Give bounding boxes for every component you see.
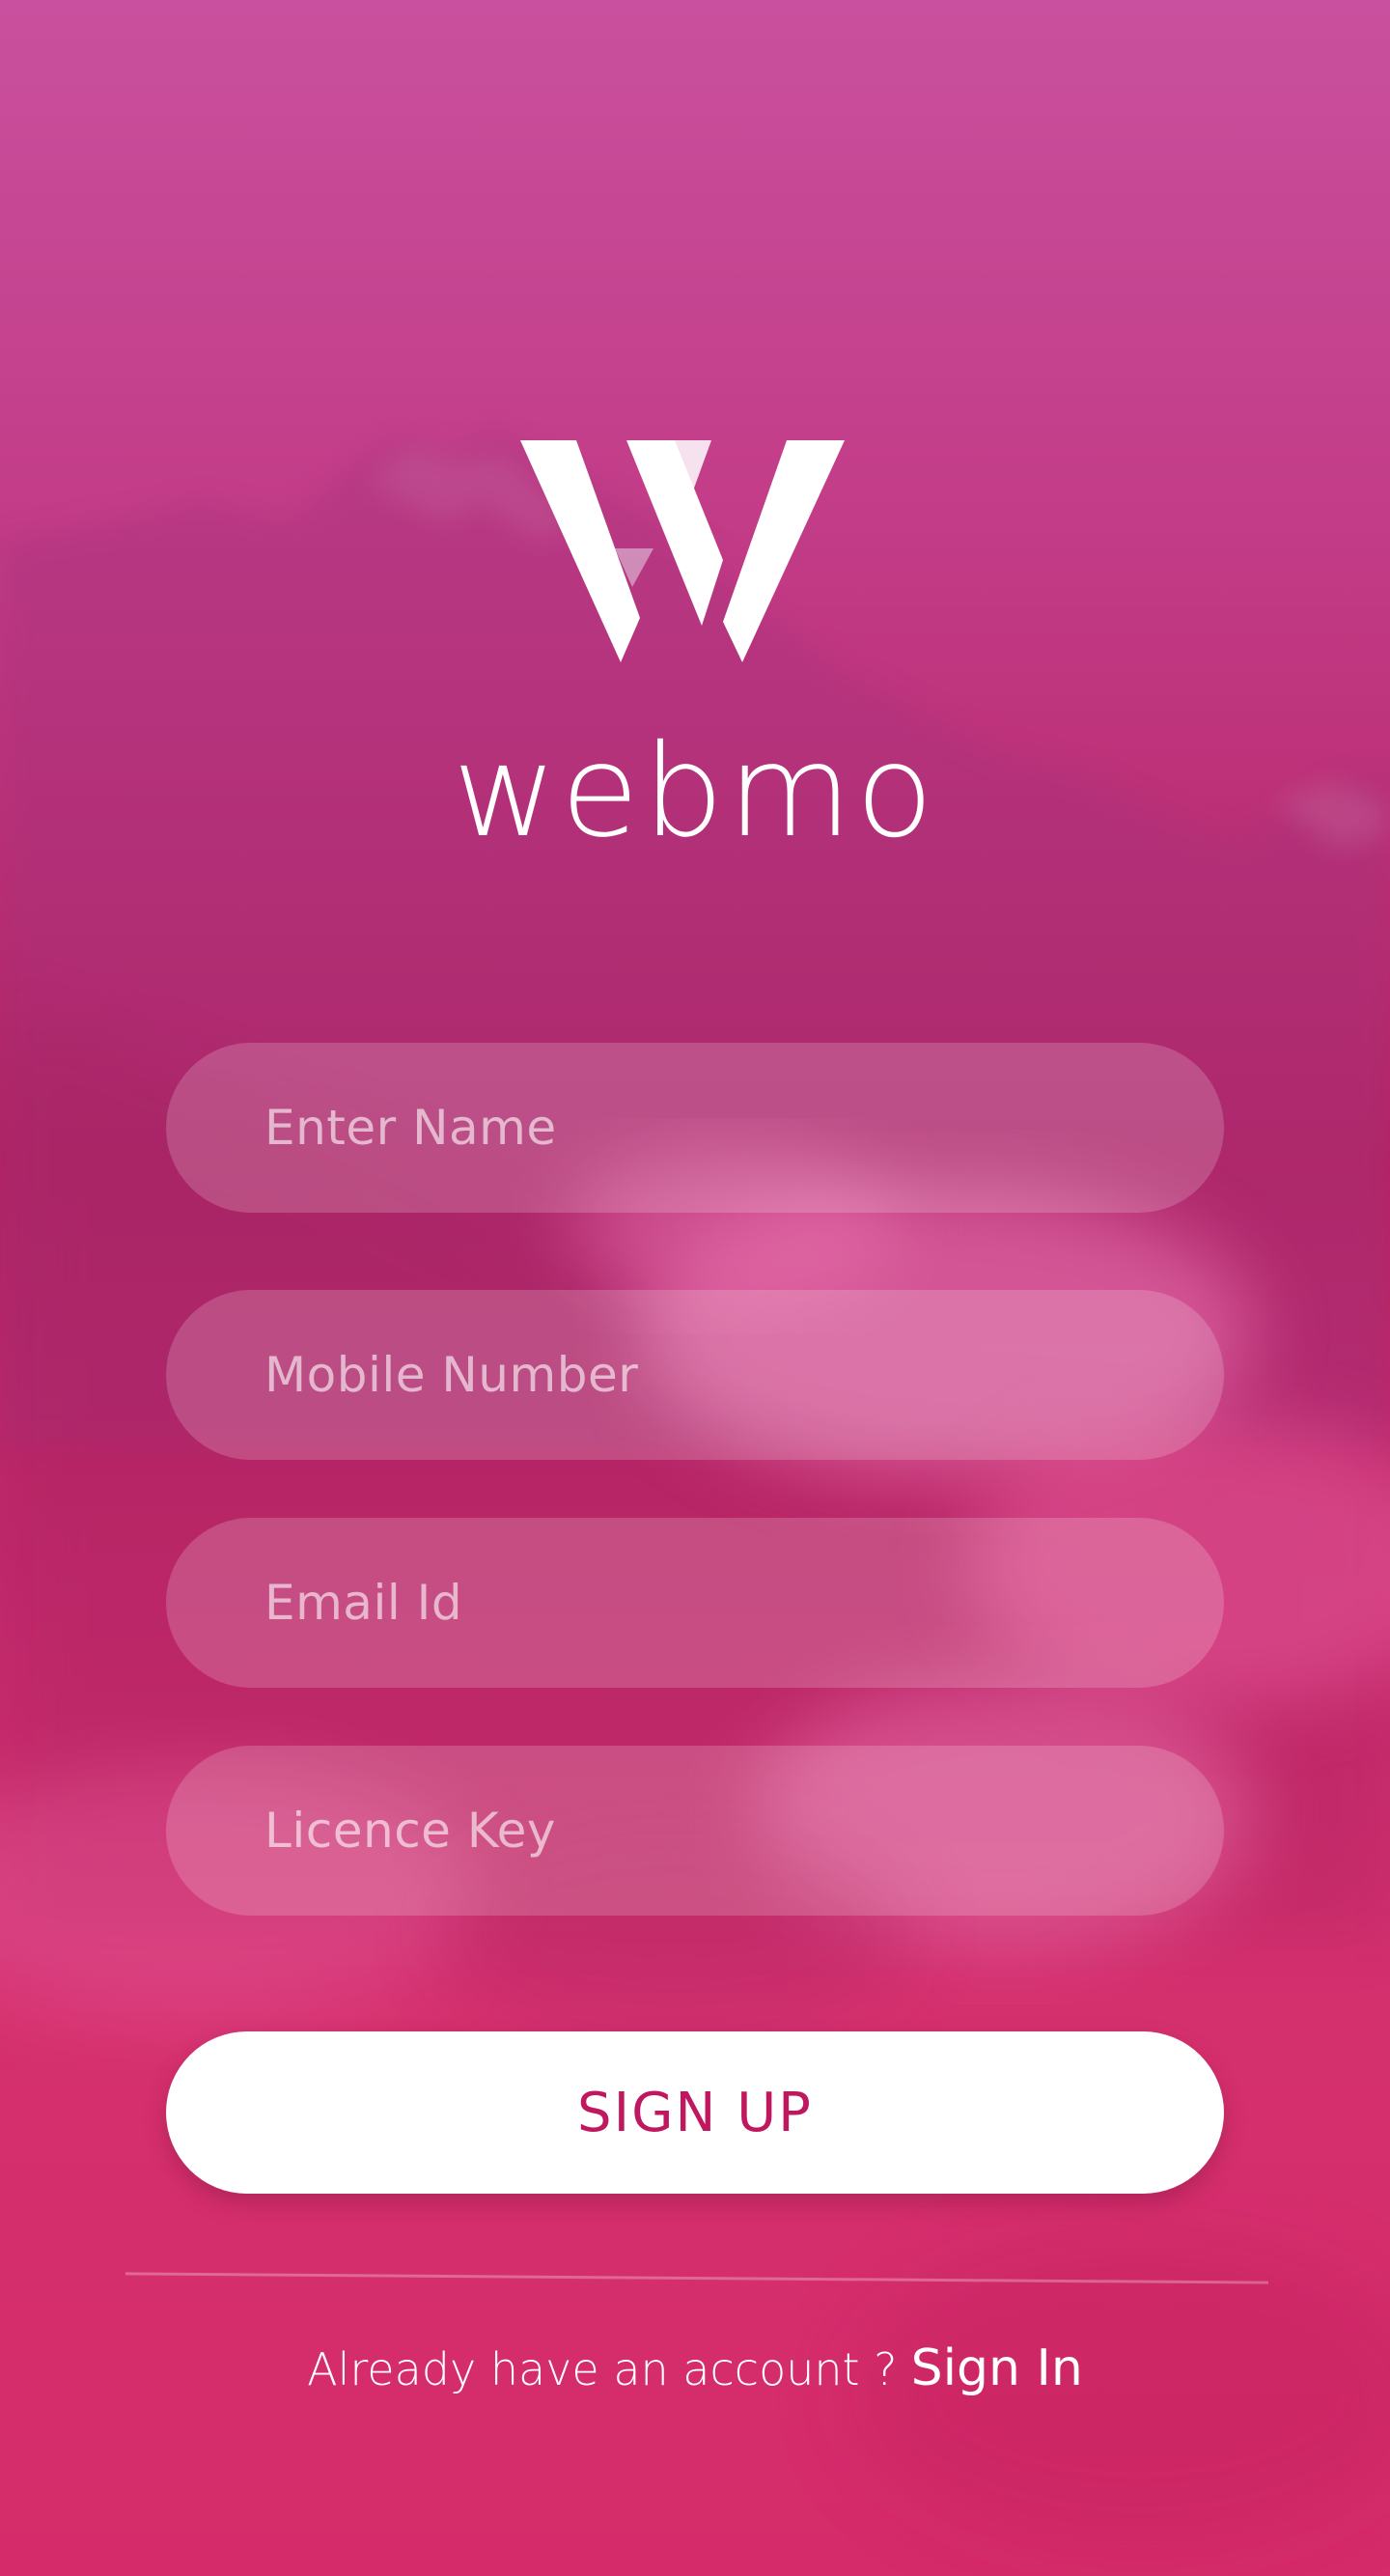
licence-key-input[interactable] bbox=[166, 1746, 1224, 1916]
licence-field[interactable] bbox=[166, 1746, 1224, 1916]
webmo-logo-icon bbox=[520, 440, 845, 662]
sign-up-button[interactable]: SIGN UP bbox=[166, 2031, 1224, 2194]
mobile-number-input[interactable] bbox=[166, 1290, 1224, 1460]
email-input[interactable] bbox=[166, 1518, 1224, 1688]
name-input[interactable] bbox=[166, 1043, 1224, 1213]
name-field[interactable] bbox=[166, 1043, 1224, 1213]
brand-name: webmo bbox=[452, 717, 938, 866]
divider bbox=[125, 2272, 1268, 2284]
sign-in-link[interactable]: Sign In bbox=[911, 2339, 1083, 2397]
email-field[interactable] bbox=[166, 1518, 1224, 1688]
signin-prompt-row: Already have an account ? Sign In bbox=[0, 2335, 1390, 2402]
mobile-field[interactable] bbox=[166, 1290, 1224, 1460]
signin-prompt-text: Already have an account ? bbox=[307, 2343, 898, 2395]
